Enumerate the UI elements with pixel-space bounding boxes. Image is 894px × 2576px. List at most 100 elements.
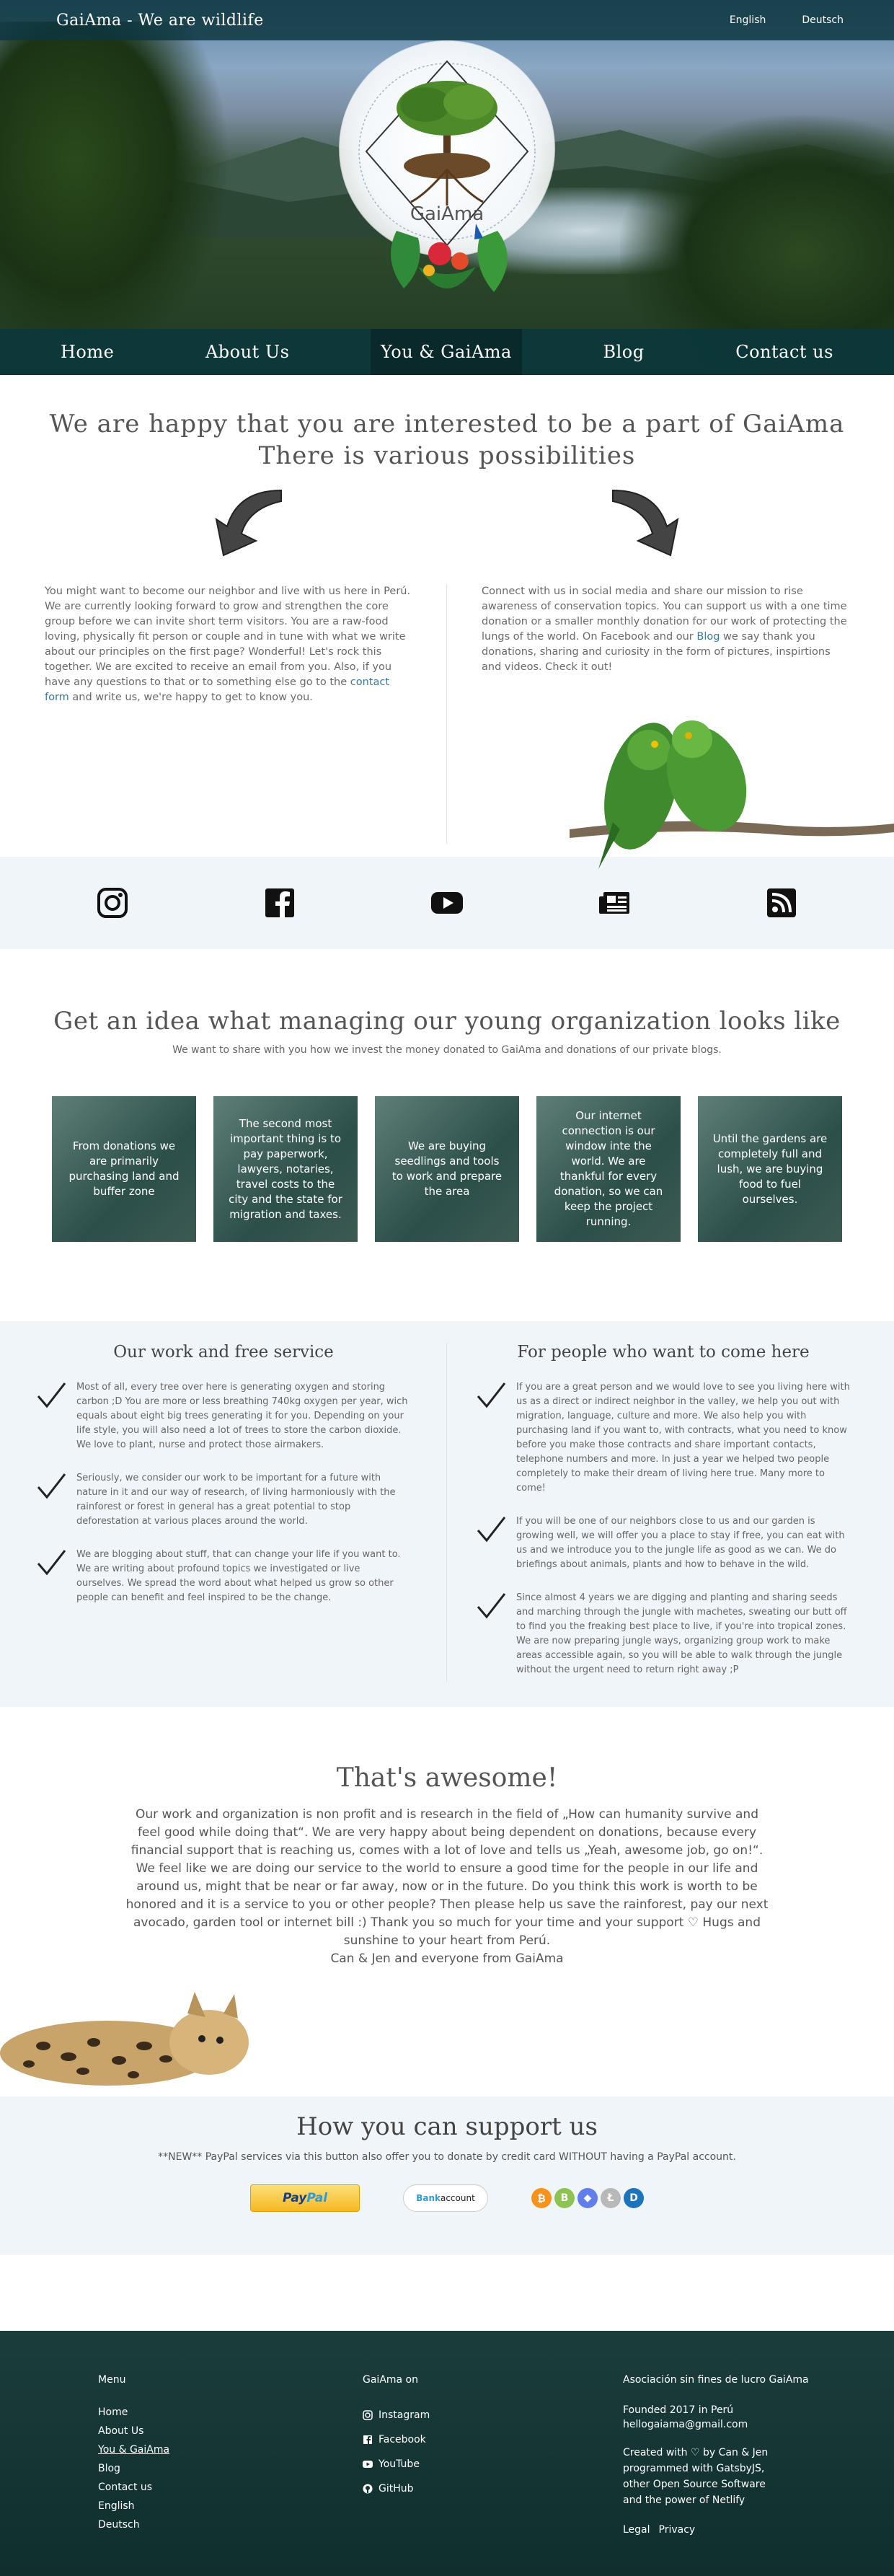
work-right-item: If you are a great person and we would l… <box>476 1380 851 1496</box>
intro-heading: We are happy that you are interested to … <box>0 375 894 472</box>
arrow-down-left-icon <box>215 489 282 557</box>
checkmark-icon <box>37 1550 66 1576</box>
footer-menu-heading: Menu <box>98 2374 126 2386</box>
top-bar: GaiAma - We are wildlife English Deutsch <box>0 0 894 40</box>
privacy-link[interactable]: Privacy <box>659 2524 696 2536</box>
footer-github-link[interactable]: GitHub <box>363 2476 430 2501</box>
work-right-text: If you will be one of our neighbors clos… <box>516 1516 845 1570</box>
footer-link-about-us[interactable]: About Us <box>98 2422 169 2440</box>
work-right-item: If you will be one of our neighbors clos… <box>476 1514 851 1572</box>
footer-link-blog[interactable]: Blog <box>98 2459 169 2478</box>
footer-instagram-link[interactable]: Instagram <box>363 2403 430 2427</box>
footer-facebook-link[interactable]: Facebook <box>363 2427 430 2452</box>
intro-divider <box>446 584 447 844</box>
litecoin-icon[interactable]: Ł <box>601 2188 621 2208</box>
bank-prefix: Bank <box>416 2193 441 2203</box>
work-right-item: Since almost 4 years we are digging and … <box>476 1591 851 1677</box>
footer-credits-1: Created with ♡ by Can & Jen <box>623 2447 769 2458</box>
nav-you-and-gaiama[interactable]: You & GaiAma <box>371 329 522 375</box>
bank-account-button[interactable]: Bank account <box>403 2184 488 2212</box>
forest-left-graphic <box>0 22 231 368</box>
footer-link-you-and-gaiama[interactable]: You & GaiAma <box>98 2440 169 2459</box>
footer-youtube-link[interactable]: YouTube <box>363 2452 430 2476</box>
footer-link-english[interactable]: English <box>98 2497 169 2515</box>
work-left-text: We are blogging about stuff, that can ch… <box>76 1549 401 1603</box>
work-left-text: Seriously, we consider our work to be im… <box>76 1473 396 1527</box>
youtube-icon <box>363 2461 373 2468</box>
idea-card-paperwork: The second most important thing is to pa… <box>213 1096 358 1242</box>
legal-link[interactable]: Legal <box>623 2524 650 2536</box>
lang-english[interactable]: English <box>730 14 766 26</box>
work-left-item: Most of all, every tree over here is gen… <box>36 1380 411 1452</box>
work-right-text: If you are a great person and we would l… <box>516 1382 850 1494</box>
idea-cards: From donations we are primarily purchasi… <box>0 1096 894 1242</box>
support-heading: How you can support us <box>296 2112 598 2141</box>
bank-suffix: account <box>440 2193 475 2203</box>
ocelot-image <box>0 1992 249 2086</box>
checkmark-icon <box>477 1517 506 1543</box>
footer-instagram-label: Instagram <box>379 2409 430 2421</box>
footer-org-heading: Asociación sin fines de lucro GaiAma <box>623 2374 809 2386</box>
main-navigation: Home About Us You & GaiAma Blog Contact … <box>0 329 894 375</box>
footer-legal-links: Legal Privacy <box>623 2524 809 2536</box>
footer-link-home[interactable]: Home <box>98 2403 169 2422</box>
work-left-item: Seriously, we consider our work to be im… <box>36 1471 411 1529</box>
intro-left-text-part2: and write us, we're happy to get to know… <box>68 692 313 703</box>
support-note: **NEW** PayPal services via this button … <box>158 2151 736 2163</box>
idea-card-internet: Our internet connection is our window in… <box>536 1096 681 1242</box>
lang-deutsch[interactable]: Deutsch <box>802 14 844 26</box>
facebook-icon <box>363 2435 372 2444</box>
work-left-column: Our work and free service Most of all, e… <box>36 1343 411 1624</box>
footer-menu: Menu Home About Us You & GaiAma Blog Con… <box>98 2374 169 2534</box>
parrots-image <box>570 720 894 869</box>
ethereum-icon[interactable]: ◆ <box>577 2188 598 2208</box>
work-right-column: For people who want to come here If you … <box>476 1343 851 1696</box>
blog-icon[interactable] <box>598 886 631 919</box>
paypal-pal-text: Pal <box>306 2191 328 2205</box>
footer-founded: Founded 2017 in Perú <box>623 2404 734 2416</box>
intro-heading-line1: We are happy that you are interested to … <box>49 410 845 438</box>
footer: Menu Home About Us You & GaiAma Blog Con… <box>0 2331 894 2576</box>
youtube-icon[interactable] <box>430 886 464 919</box>
language-switcher: English Deutsch <box>730 14 844 26</box>
nav-about-us[interactable]: About Us <box>195 329 299 375</box>
work-right-heading: For people who want to come here <box>517 1343 810 1362</box>
checkmark-icon <box>477 1382 506 1408</box>
dash-icon[interactable]: D <box>624 2188 644 2208</box>
awesome-body: Our work and organization is non profit … <box>125 1807 769 1948</box>
idea-card-seedlings: We are buying seedlings and tools to wor… <box>375 1096 519 1242</box>
gaiama-logo[interactable]: GaiAma <box>339 50 555 325</box>
intro-right-text: Connect with us in social media and shar… <box>482 584 849 675</box>
nav-contact-us[interactable]: Contact us <box>725 329 844 375</box>
rss-icon[interactable] <box>765 886 798 919</box>
paypal-button[interactable]: Pay Pal <box>250 2184 360 2212</box>
footer-link-deutsch[interactable]: Deutsch <box>98 2515 169 2534</box>
nav-blog[interactable]: Blog <box>593 329 654 375</box>
idea-subheading: We want to share with you how we invest … <box>172 1044 722 1056</box>
blog-link[interactable]: Blog <box>696 631 720 643</box>
bitcoin-icon[interactable]: ₿ <box>531 2188 552 2208</box>
work-left-text: Most of all, every tree over here is gen… <box>76 1382 408 1450</box>
awesome-heading: That's awesome! <box>336 1763 558 1793</box>
footer-email-link[interactable]: hellogaiama@gmail.com <box>623 2417 809 2432</box>
idea-heading: Get an idea what managing our young orga… <box>53 1007 841 1036</box>
footer-credits-2: programmed with GatsbyJS, <box>623 2463 765 2474</box>
instagram-icon[interactable] <box>96 886 129 919</box>
instagram-icon <box>363 2410 373 2420</box>
idea-card-land: From donations we are primarily purchasi… <box>52 1096 196 1242</box>
work-left-item: We are blogging about stuff, that can ch… <box>36 1548 411 1605</box>
footer-facebook-label: Facebook <box>379 2434 426 2445</box>
work-right-text: Since almost 4 years we are digging and … <box>516 1592 847 1675</box>
bitcoin-cash-icon[interactable]: B <box>554 2188 575 2208</box>
nav-home[interactable]: Home <box>50 329 124 375</box>
facebook-icon[interactable] <box>263 886 296 919</box>
paypal-pay-text: Pay <box>282 2191 307 2205</box>
arrow-down-right-icon <box>612 489 679 557</box>
idea-card-food: Until the gardens are completely full an… <box>698 1096 842 1242</box>
footer-github-label: GitHub <box>379 2483 414 2495</box>
brand-title[interactable]: GaiAma - We are wildlife <box>56 12 264 30</box>
github-icon <box>363 2484 373 2494</box>
awesome-text: Our work and organization is non profit … <box>123 1806 771 1968</box>
footer-link-contact-us[interactable]: Contact us <box>98 2478 169 2497</box>
